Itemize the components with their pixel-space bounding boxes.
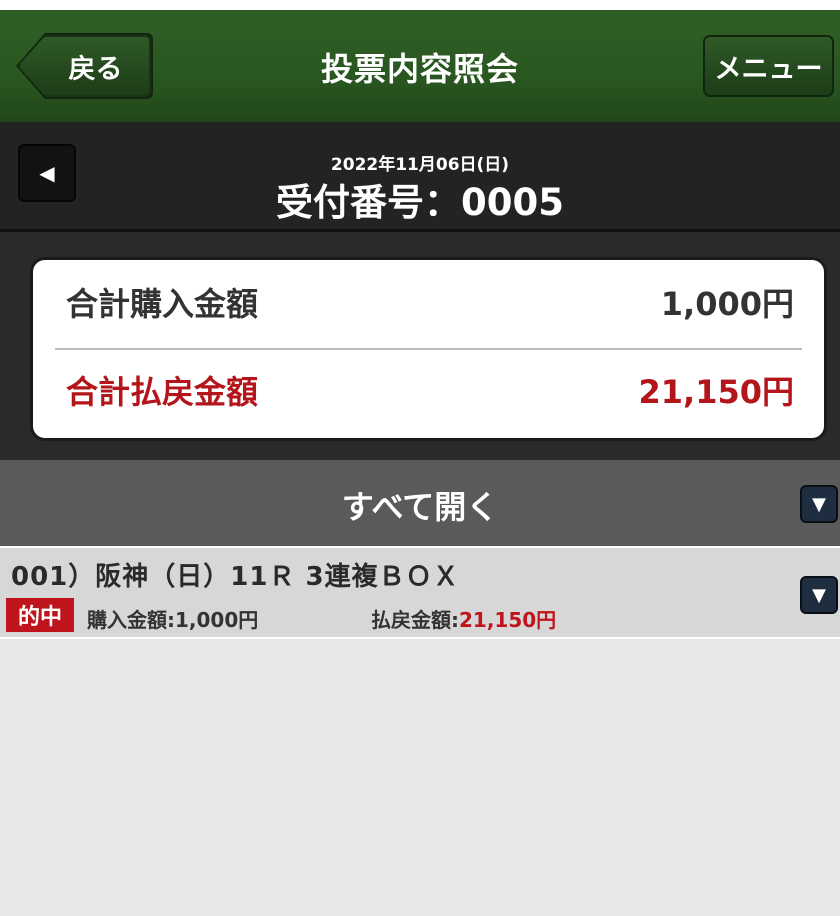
open-all-bar[interactable]: すべて開く ▼ bbox=[0, 460, 840, 546]
header-bar: 戻る 投票内容照会 メニュー bbox=[0, 0, 840, 122]
total-purchase-row: 合計購入金額 1,000円 bbox=[66, 260, 794, 344]
hit-badge: 的中 bbox=[6, 598, 74, 632]
summary-card: 合計購入金額 1,000円 合計払戻金額 21,150円 bbox=[33, 260, 824, 438]
bet-purchase-label: 購入金額: bbox=[87, 608, 175, 632]
receipt-bar: ◀ 2022年11月06日(日) 受付番号：0005 bbox=[0, 122, 840, 232]
app-root: 戻る 投票内容照会 メニュー ◀ 2022年11月06日(日) 受付番号：000… bbox=[0, 0, 840, 916]
total-payout-label: 合計払戻金額 bbox=[66, 373, 259, 411]
bet-expand-button[interactable]: ▼ bbox=[800, 576, 838, 614]
receipt-number: 受付番号：0005 bbox=[276, 181, 564, 224]
total-payout-value: 21,150円 bbox=[638, 373, 795, 411]
menu-button[interactable]: メニュー bbox=[703, 35, 834, 97]
bet-title: 001）阪神（日）11Ｒ 3連複ＢＯＸ bbox=[11, 562, 460, 592]
triangle-down-icon: ▼ bbox=[812, 493, 826, 515]
bet-purchase-value: 1,000円 bbox=[175, 608, 259, 632]
bet-payout: 払戻金額:21,150円 bbox=[371, 604, 556, 633]
triangle-down-icon: ▼ bbox=[812, 584, 826, 606]
bet-list-item[interactable]: 001）阪神（日）11Ｒ 3連複ＢＯＸ 的中 購入金額:1,000円 払戻金額:… bbox=[0, 546, 840, 639]
total-payout-row: 合計払戻金額 21,150円 bbox=[66, 348, 794, 432]
summary-section: 合計購入金額 1,000円 合計払戻金額 21,150円 bbox=[0, 232, 840, 460]
open-all-dropdown-button[interactable]: ▼ bbox=[800, 485, 838, 523]
total-purchase-value: 1,000円 bbox=[660, 285, 794, 323]
total-purchase-label: 合計購入金額 bbox=[66, 285, 259, 323]
bet-payout-label: 払戻金額: bbox=[371, 608, 459, 632]
bet-payout-value: 21,150円 bbox=[459, 608, 557, 632]
open-all-label: すべて開く bbox=[341, 488, 499, 526]
bet-purchase: 購入金額:1,000円 bbox=[87, 604, 258, 633]
